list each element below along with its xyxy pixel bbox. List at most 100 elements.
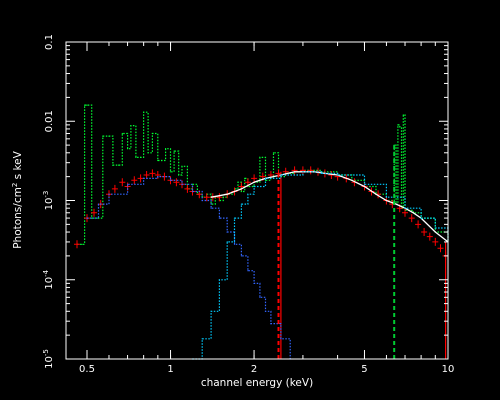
- x-tick-label: 10: [442, 364, 455, 375]
- series-2-point: [395, 203, 397, 205]
- series-2-point: [385, 200, 387, 201]
- series-3-point: [253, 282, 255, 284]
- series-4-point: [404, 207, 406, 209]
- series-0-point: [118, 164, 120, 166]
- x-tick-label: 2: [251, 364, 257, 375]
- series-0-point: [135, 156, 137, 158]
- series-0-point: [147, 152, 149, 154]
- series-3-point: [210, 207, 212, 209]
- y-tick-label: 0.1: [44, 34, 55, 50]
- series-0-point: [161, 159, 163, 162]
- series-3-point: [97, 203, 100, 205]
- series-2-point: [240, 188, 242, 190]
- series-3-point: [270, 323, 272, 325]
- series-3-point: [247, 270, 249, 272]
- series-4-point: [280, 174, 282, 176]
- y-axis-title-main: Photons/cm: [12, 187, 24, 249]
- series-3-point: [169, 179, 172, 181]
- y-tick-label-base: 10: [44, 277, 55, 290]
- y-tick-label-exponent: -4: [42, 269, 50, 277]
- series-4-point: [201, 338, 203, 340]
- y-tick-label-exponent: -3: [42, 191, 50, 198]
- y-axis-title: Photons/cm2 s keV: [11, 150, 24, 248]
- series-0-point: [97, 217, 100, 219]
- series-2-point: [412, 212, 414, 214]
- series-4-point: [226, 241, 228, 243]
- series-4-point: [434, 227, 436, 229]
- series-4-point: [253, 185, 255, 188]
- series-3-point: [191, 190, 194, 193]
- series-4-point: [233, 217, 236, 219]
- y-axis-title-rest: s keV: [12, 150, 24, 182]
- series-3-point: [181, 183, 183, 185]
- series-0-point: [244, 177, 246, 179]
- series-4-point: [240, 203, 242, 205]
- series-2-point: [210, 196, 212, 198]
- series-3-point: [259, 296, 261, 298]
- series-4-point: [385, 196, 387, 198]
- series-4-point: [363, 183, 366, 185]
- series-3-point: [157, 176, 159, 178]
- series-3-point: [240, 255, 242, 257]
- series-0-point: [222, 196, 224, 198]
- series-2-point: [375, 193, 377, 195]
- series-2-point: [226, 193, 228, 195]
- series-3-point: [280, 338, 282, 340]
- series-0-point: [169, 171, 172, 173]
- y-tick-label: 0.01: [44, 110, 55, 132]
- series-0-point: [272, 152, 275, 154]
- series-4-point: [264, 177, 267, 179]
- series-0-point: [259, 156, 261, 158]
- series-0-point: [112, 164, 114, 166]
- series-0-point: [399, 126, 401, 128]
- series-0-point: [127, 148, 129, 150]
- series-0-point: [84, 104, 86, 106]
- series-0-point: [102, 135, 104, 137]
- series-3-point: [201, 199, 203, 202]
- series-4-point: [302, 171, 304, 173]
- spectrum-chart: 0.5 1 2 5 100.10.0110-310-410-5 channel ener…: [0, 0, 500, 400]
- series-2-point: [294, 171, 296, 173]
- x-tick-label: 0.5: [79, 364, 95, 375]
- y-tick-label-base: 10: [44, 356, 55, 369]
- series-0-point: [140, 156, 142, 158]
- series-4-point: [218, 279, 220, 281]
- series-4-point: [337, 174, 339, 176]
- series-3-point: [218, 217, 220, 219]
- series-0-point: [157, 159, 159, 162]
- series-3-point: [233, 243, 236, 245]
- y-tick-label-exponent: -5: [42, 349, 50, 356]
- series-2-point: [434, 231, 436, 233]
- series-4-point: [247, 193, 249, 195]
- y-tick-label-base: 10: [44, 198, 55, 211]
- series-4-point: [420, 217, 422, 219]
- x-tick-label: 1: [167, 364, 173, 375]
- series-3-point: [143, 177, 145, 179]
- series-3-point: [226, 231, 228, 233]
- y-tick-label-base: 0.01: [44, 110, 55, 132]
- series-0-point: [402, 114, 404, 116]
- series-3-point: [86, 217, 88, 219]
- series-2-point: [364, 186, 365, 187]
- series-0-point: [143, 111, 145, 113]
- series-2-point: [351, 179, 353, 181]
- series-0-point: [240, 190, 242, 193]
- series-3-point: [108, 193, 110, 195]
- y-tick-label-base: 0.1: [44, 34, 55, 50]
- series-2-point: [253, 181, 255, 183]
- x-tick-label: 5: [361, 364, 367, 375]
- series-0-point: [121, 132, 123, 135]
- series-0-point: [181, 165, 183, 167]
- series-3-point: [127, 183, 129, 185]
- series-2-point: [218, 195, 220, 197]
- series-0-point: [81, 243, 83, 245]
- series-0-point: [108, 135, 110, 137]
- series-0-point: [130, 125, 132, 127]
- series-0-point: [173, 150, 175, 152]
- series-0-point: [86, 104, 88, 106]
- series-0-point: [178, 174, 180, 176]
- series-4-point: [320, 172, 323, 174]
- x-axis-title: channel energy (keV): [201, 377, 313, 389]
- series-0-point: [397, 124, 399, 126]
- series-4-point: [210, 310, 212, 312]
